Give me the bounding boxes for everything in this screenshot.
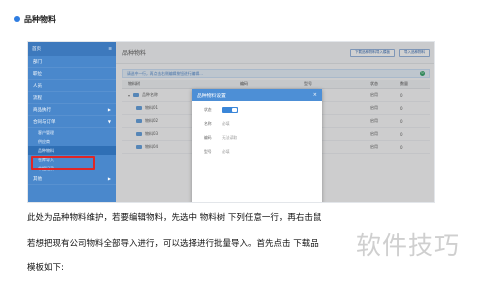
field-label: 状态: [204, 107, 212, 112]
chevron-right-icon: ▶: [107, 107, 111, 112]
dialog-title: 品种物料设置: [197, 93, 226, 99]
chevron-right-icon: ▶: [107, 176, 111, 181]
code-input[interactable]: 无法读取: [222, 135, 237, 141]
doc-paragraph: 此处为品种物料维护，若要编辑物料，先选中 物料树 下列任意一行，再右击鼠: [27, 213, 322, 223]
sidebar-item-staff[interactable]: 人员: [28, 80, 116, 92]
section-title: 品种物料: [24, 14, 56, 24]
sidebar-header[interactable]: 首页 ≡: [28, 42, 116, 56]
sidebar-item-label: 部门: [33, 59, 42, 65]
field-label: 编码: [204, 135, 212, 140]
sidebar-item-label: 人员: [33, 83, 42, 89]
sidebar-item-other[interactable]: 其他 ▶: [28, 173, 116, 185]
sidebar-item-label: 职位: [33, 71, 42, 77]
sidebar-item-contract[interactable]: 合同与订单 ▼: [28, 116, 116, 128]
field-label: 名称: [204, 121, 212, 126]
close-icon[interactable]: ×: [313, 92, 317, 98]
sidebar-item-label: 其他: [33, 176, 42, 182]
sidebar-item-position[interactable]: 职位: [28, 68, 116, 80]
sidebar-subitem-customer[interactable]: 客户管理: [28, 128, 116, 137]
sidebar-toggle-icon[interactable]: ≡: [108, 47, 112, 52]
sidebar-subitem-label: 品种物料: [38, 147, 54, 153]
form-row-model: 型号 必填: [192, 147, 322, 157]
dialog-header: 品种物料设置 ×: [192, 89, 322, 101]
doc-paragraph: 若想把现有公司物料全部导入进行，可以选择进行批量导入。首先点击 下载品: [27, 239, 319, 249]
name-input[interactable]: 必填: [222, 121, 230, 127]
sidebar-subitem-label: 供应商: [38, 138, 50, 144]
sidebar-subitem-materials[interactable]: 品种物料: [28, 146, 116, 155]
sidebar-item-label: 合同与订单: [33, 119, 56, 125]
sidebar-item-label: 商品执行: [33, 107, 51, 113]
sidebar-subitem-supplier[interactable]: 供应商: [28, 137, 116, 146]
sidebar-item-label: 流程: [33, 95, 42, 101]
watermark: 软件技巧: [356, 231, 461, 260]
model-input[interactable]: 必填: [222, 149, 230, 155]
sidebar-item-execution[interactable]: 商品执行 ▶: [28, 104, 116, 116]
doc-paragraph: 模板如下:: [27, 263, 64, 273]
form-row-status: 状态: [192, 105, 322, 115]
field-label: 型号: [204, 149, 212, 154]
sidebar: 首页 ≡ 部门 职位 人员 流程 商品执行 ▶ 合同与订单 ▼ 客户管理 供应商 品…: [28, 42, 116, 202]
app-screenshot: 首页 ≡ 部门 职位 人员 流程 商品执行 ▶ 合同与订单 ▼ 客户管理 供应商 品…: [27, 41, 435, 203]
bullet-dot-icon: [14, 16, 20, 22]
sidebar-item-flow[interactable]: 流程: [28, 92, 116, 104]
sidebar-header-label: 首页: [32, 47, 41, 52]
form-row-name: 名称 必填: [192, 119, 322, 129]
sidebar-subitem-label: 客户管理: [38, 129, 54, 135]
chevron-down-icon: ▼: [107, 119, 111, 124]
highlight-annotation-box: [31, 156, 95, 170]
form-row-code: 编码 无法读取: [192, 133, 322, 143]
status-toggle[interactable]: [222, 107, 238, 113]
sidebar-item-dept[interactable]: 部门: [28, 56, 116, 68]
materials-settings-dialog: 品种物料设置 × 状态 名称 必填 编码 无法读取 型号 必填 保存: [192, 89, 322, 202]
section-header: 品种物料: [14, 12, 56, 26]
